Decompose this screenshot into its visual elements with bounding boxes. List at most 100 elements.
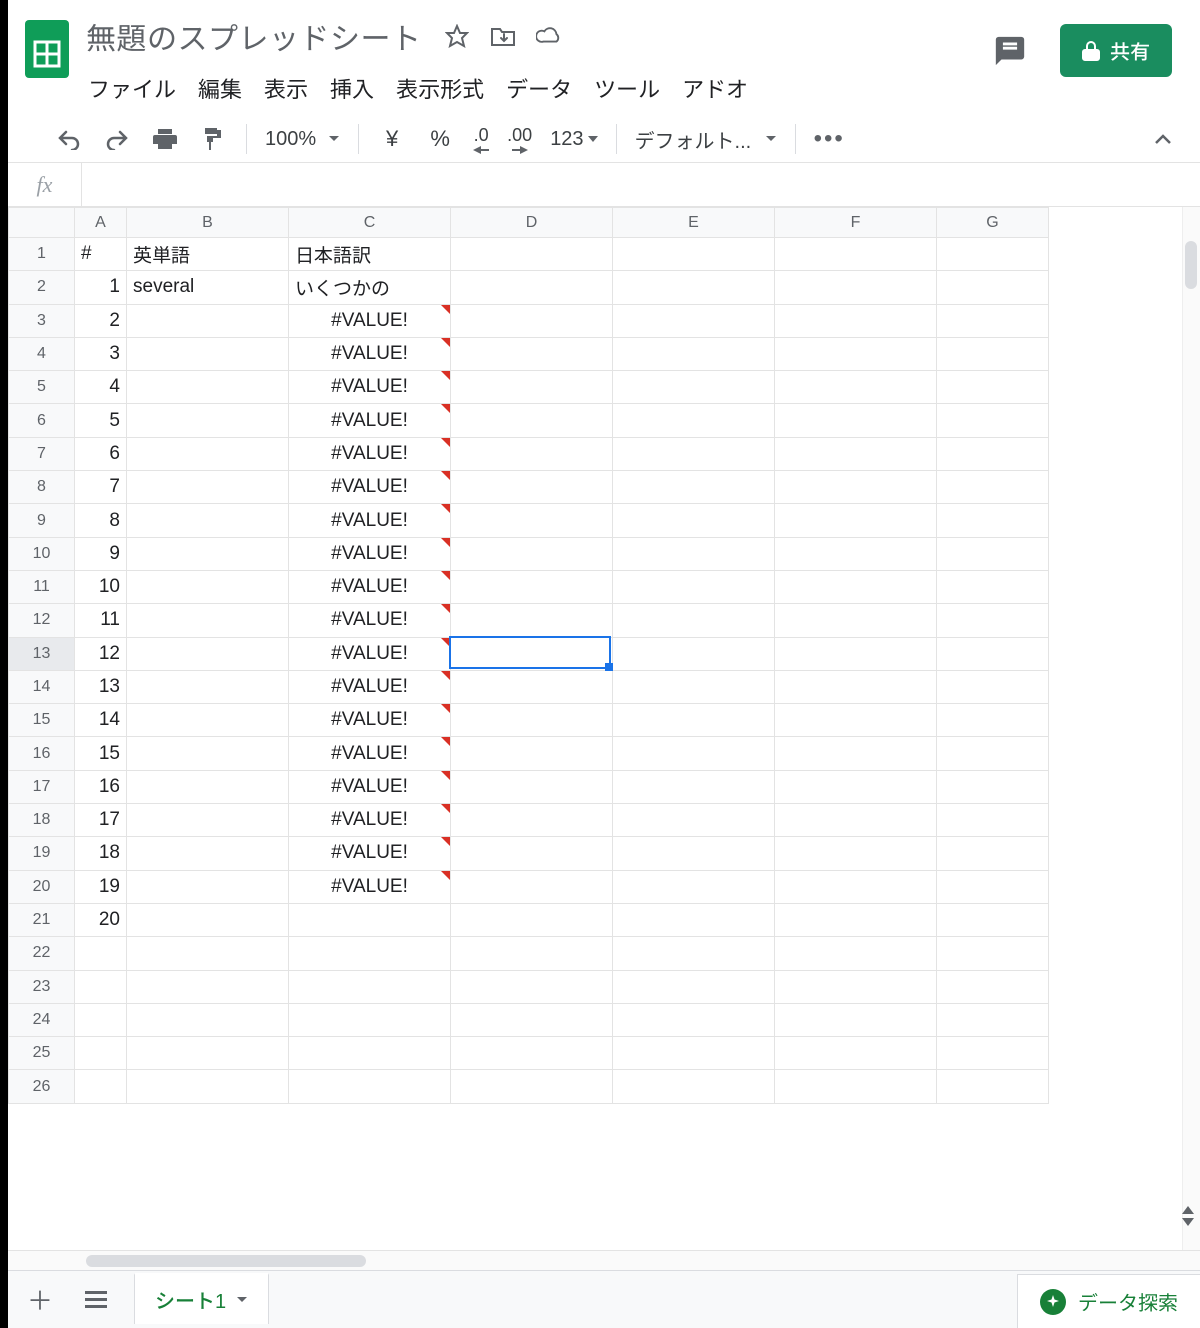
cell[interactable]: #VALUE! [289, 504, 451, 537]
cell[interactable] [937, 471, 1049, 504]
cell[interactable]: #VALUE! [289, 537, 451, 570]
select-all-corner[interactable] [9, 208, 75, 238]
zoom-dropdown[interactable]: 100% [265, 128, 340, 151]
menu-edit[interactable]: 編集 [198, 72, 242, 104]
cell[interactable] [775, 1070, 937, 1103]
horizontal-scroll-thumb[interactable] [86, 1255, 366, 1267]
cloud-status-icon[interactable] [536, 23, 562, 49]
cell[interactable] [775, 970, 937, 1003]
cell[interactable]: 3 [75, 337, 127, 370]
cell[interactable] [937, 604, 1049, 637]
column-header-G[interactable]: G [937, 208, 1049, 238]
cell[interactable] [613, 970, 775, 1003]
row-header[interactable]: 25 [9, 1037, 75, 1070]
cell[interactable] [127, 970, 289, 1003]
cell[interactable] [289, 1070, 451, 1103]
cell[interactable] [613, 903, 775, 936]
row-header[interactable]: 22 [9, 937, 75, 970]
menu-file[interactable]: ファイル [88, 72, 176, 104]
cell[interactable] [937, 404, 1049, 437]
cell[interactable] [75, 937, 127, 970]
cell[interactable] [127, 304, 289, 337]
add-sheet-button[interactable]: ＋ [22, 1282, 58, 1318]
cell[interactable] [613, 770, 775, 803]
column-header-C[interactable]: C [289, 208, 451, 238]
cell[interactable]: 英単語 [127, 238, 289, 271]
cell[interactable] [613, 238, 775, 271]
row-header[interactable]: 26 [9, 1070, 75, 1103]
cell[interactable] [775, 937, 937, 970]
cell[interactable]: #VALUE! [289, 371, 451, 404]
paint-format-button[interactable] [198, 124, 228, 154]
cell[interactable] [775, 238, 937, 271]
row-header[interactable]: 7 [9, 437, 75, 470]
decrease-decimal-button[interactable]: .0 [473, 124, 489, 154]
row-header[interactable]: 23 [9, 970, 75, 1003]
cell[interactable]: 12 [75, 637, 127, 670]
cell[interactable] [775, 637, 937, 670]
cell[interactable]: 9 [75, 537, 127, 570]
row-header[interactable]: 12 [9, 604, 75, 637]
cell[interactable] [451, 804, 613, 837]
row-header[interactable]: 2 [9, 271, 75, 304]
cell[interactable] [451, 1003, 613, 1036]
cell[interactable] [127, 937, 289, 970]
cell[interactable]: #VALUE! [289, 804, 451, 837]
cell[interactable] [127, 637, 289, 670]
doc-title[interactable]: 無題のスプレッドシート [86, 14, 422, 58]
cell[interactable] [127, 1070, 289, 1103]
cell[interactable] [127, 770, 289, 803]
collapse-toolbar-button[interactable] [1154, 133, 1172, 145]
menu-tools[interactable]: ツール [594, 72, 660, 104]
cell[interactable]: 20 [75, 903, 127, 936]
cell[interactable] [451, 371, 613, 404]
cell[interactable] [775, 537, 937, 570]
cell[interactable] [289, 903, 451, 936]
menu-addons[interactable]: アドオ [682, 72, 748, 104]
cell[interactable] [451, 937, 613, 970]
cell[interactable] [775, 1003, 937, 1036]
row-header[interactable]: 4 [9, 337, 75, 370]
cell[interactable] [775, 704, 937, 737]
row-header[interactable]: 6 [9, 404, 75, 437]
cell[interactable] [127, 704, 289, 737]
column-header-F[interactable]: F [775, 208, 937, 238]
cell[interactable] [937, 770, 1049, 803]
more-toolbar-button[interactable]: ••• [814, 124, 844, 154]
row-header[interactable]: 21 [9, 903, 75, 936]
cell[interactable] [937, 271, 1049, 304]
cell[interactable]: #VALUE! [289, 670, 451, 703]
cell[interactable] [127, 471, 289, 504]
row-header[interactable]: 10 [9, 537, 75, 570]
cell[interactable] [451, 304, 613, 337]
cell[interactable] [127, 670, 289, 703]
cell[interactable] [451, 737, 613, 770]
cell[interactable] [127, 437, 289, 470]
column-header-E[interactable]: E [613, 208, 775, 238]
cell[interactable] [775, 337, 937, 370]
cell[interactable] [451, 337, 613, 370]
cell[interactable] [127, 337, 289, 370]
cell[interactable] [451, 437, 613, 470]
cell[interactable] [127, 804, 289, 837]
cell[interactable] [775, 570, 937, 603]
cell[interactable]: #VALUE! [289, 471, 451, 504]
cell[interactable]: 7 [75, 471, 127, 504]
cell[interactable]: 16 [75, 770, 127, 803]
row-header[interactable]: 13 [9, 637, 75, 670]
cell[interactable] [613, 1070, 775, 1103]
cell[interactable] [775, 870, 937, 903]
row-header[interactable]: 18 [9, 804, 75, 837]
cell[interactable] [127, 404, 289, 437]
cell[interactable] [127, 737, 289, 770]
cell[interactable] [451, 903, 613, 936]
cell[interactable] [451, 604, 613, 637]
cell[interactable] [613, 504, 775, 537]
cell[interactable] [937, 1037, 1049, 1070]
cell[interactable]: 18 [75, 837, 127, 870]
cell[interactable] [289, 937, 451, 970]
star-icon[interactable] [444, 23, 470, 49]
cell[interactable] [613, 870, 775, 903]
comments-button[interactable] [986, 27, 1034, 75]
cell[interactable] [613, 837, 775, 870]
